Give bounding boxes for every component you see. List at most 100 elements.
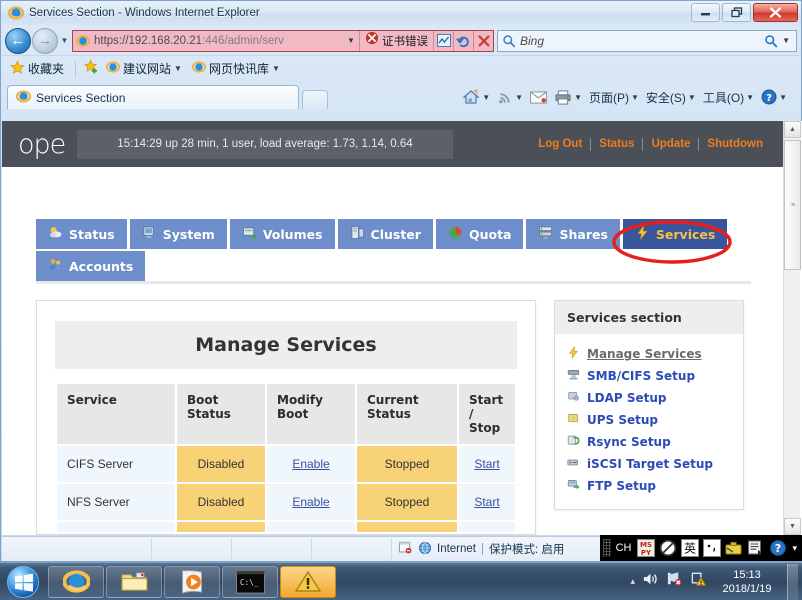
certificate-error-button[interactable]: 证书错误 [359, 30, 433, 51]
nav-tab-quota[interactable]: Quota [435, 219, 524, 249]
nav-tab-volumes[interactable]: Volumes [229, 219, 335, 249]
drag-handle-icon[interactable] [602, 539, 611, 557]
cell-modify-boot [267, 522, 355, 532]
nav-tab-services[interactable]: Services [622, 219, 728, 249]
ime-punctuation-button[interactable] [702, 539, 721, 558]
sidebar-item-ldap-setup[interactable]: LDAP Setup [567, 387, 743, 409]
address-bar[interactable]: https://192.168.20.21:446/admin/serv ▼ 证… [72, 29, 494, 52]
header-link-update[interactable]: Update [643, 138, 698, 150]
start-button[interactable] [0, 564, 46, 600]
taskbar-button-command-prompt[interactable]: C:\_ [222, 565, 278, 598]
nav-tab-status[interactable]: Status [36, 219, 127, 249]
ime-mode-button[interactable]: 英 [680, 539, 699, 558]
show-hidden-icons-button[interactable]: ▴ [630, 576, 635, 587]
compatibility-view-button[interactable] [433, 30, 453, 51]
scroll-thumb[interactable]: ≡ [784, 140, 801, 270]
ime-more-icon[interactable]: ▾ [790, 543, 799, 554]
favorites-item-suggested-sites[interactable]: 建议网站 ▼ [103, 59, 185, 78]
lightning-icon [567, 345, 580, 362]
sidebar-item-label: iSCSI Target Setup [587, 457, 714, 471]
stop-button[interactable] [473, 30, 493, 51]
favorites-item-label: 网页快讯库 [208, 62, 269, 76]
internet-explorer-icon [7, 5, 25, 21]
sidebar-item-rsync-setup[interactable]: Rsync Setup [567, 431, 743, 453]
services-section-panel: Services section Manage Services SMB/CIF… [554, 300, 744, 510]
address-dropdown-icon[interactable]: ▼ [343, 36, 359, 45]
enable-boot-link[interactable]: Enable [292, 457, 329, 471]
network-error-icon[interactable] [666, 571, 683, 592]
search-go-icon[interactable] [760, 34, 782, 48]
ime-disabled-icon[interactable] [658, 539, 677, 558]
nav-tab-cluster[interactable]: Cluster [337, 219, 433, 249]
search-box[interactable]: Bing ▼ [497, 29, 797, 52]
search-dropdown-icon[interactable]: ▼ [782, 36, 796, 45]
close-button[interactable] [753, 3, 798, 22]
ime-engine-icon[interactable]: MS PY [636, 539, 655, 558]
forward-button[interactable]: → [32, 27, 58, 54]
ime-language-bar[interactable]: CH MS PY 英 ? ▾ [599, 535, 802, 561]
feeds-button[interactable]: ▼ [495, 90, 525, 105]
chevron-down-icon: ▼ [271, 64, 280, 73]
header-link-shutdown[interactable]: Shutdown [699, 138, 771, 150]
taskbar-clock[interactable]: 15:13 2018/1/19 [714, 568, 780, 596]
add-to-favorites-icon[interactable] [84, 58, 99, 79]
window-title: Services Section - Windows Internet Expl… [29, 7, 260, 19]
restore-button[interactable] [722, 3, 751, 22]
cell-modify-boot: Enable [267, 484, 355, 520]
start-service-link[interactable]: Start [474, 457, 499, 471]
taskbar-button-windows-explorer[interactable] [106, 565, 162, 598]
nav-tab-accounts[interactable]: Accounts [36, 251, 146, 281]
sidebar-item-ups-setup[interactable]: UPS Setup [567, 409, 743, 431]
taskbar-button-media-player[interactable] [164, 565, 220, 598]
home-button[interactable]: ▼ [460, 89, 492, 105]
new-tab-button[interactable] [302, 90, 328, 109]
volume-icon[interactable] [642, 571, 659, 592]
navigation-bar: ← → ▼ https://192.168.20.21:446/admin/se… [1, 25, 801, 55]
sidebar-item-label: FTP Setup [587, 479, 657, 493]
help-button[interactable]: ? ▼ [759, 89, 789, 105]
svg-text:MS: MS [640, 541, 652, 549]
ime-language-code[interactable]: CH [614, 542, 634, 554]
read-mail-button[interactable] [528, 90, 549, 104]
start-service-link[interactable]: Start [474, 495, 499, 509]
header-link-log-out[interactable]: Log Out [530, 138, 590, 150]
back-button[interactable]: ← [5, 27, 31, 54]
browser-tab-services-section[interactable]: Services Section [7, 85, 299, 109]
ime-help-icon[interactable]: ? [768, 539, 787, 558]
refresh-button[interactable] [453, 30, 473, 51]
minimize-button[interactable] [691, 3, 720, 22]
ime-toolbox-icon[interactable] [724, 539, 743, 558]
sidebar-item-iscsi-target-setup[interactable]: iSCSI Target Setup [567, 453, 743, 475]
command-page-label: 页面(P) [588, 90, 629, 105]
column-header-boot-status: Boot Status [177, 384, 265, 444]
security-zone-status[interactable]: Internet | 保护模式: 启用 [392, 541, 570, 558]
scroll-up-button[interactable]: ▲ [784, 121, 801, 138]
page-vertical-scrollbar[interactable]: ▲ ≡ ▼ [783, 121, 801, 535]
ime-softkeyboard-icon[interactable] [746, 539, 765, 558]
command-page-menu[interactable]: 页面(P) ▼ [587, 89, 641, 106]
manage-services-panel: Manage Services Service Boot Status Modi… [36, 300, 536, 535]
favorites-item-web-slice-gallery[interactable]: 网页快讯库 ▼ [189, 59, 283, 78]
forward-arrow-icon: → [37, 31, 53, 49]
command-tools-menu[interactable]: 工具(O) ▼ [701, 89, 756, 106]
show-desktop-button[interactable] [787, 563, 798, 600]
scroll-down-button[interactable]: ▼ [784, 518, 801, 535]
nav-tab-system[interactable]: System [129, 219, 227, 249]
header-link-status[interactable]: Status [591, 138, 642, 150]
favorites-center-button[interactable]: 收藏夹 [7, 59, 67, 79]
sidebar-item-smb-cifs-setup[interactable]: SMB/CIFS Setup [567, 365, 743, 387]
print-button[interactable]: ▼ [552, 89, 584, 105]
command-safety-menu[interactable]: 安全(S) ▼ [644, 89, 698, 106]
web-page: ope 15:14:29 up 28 min, 1 user, load ave… [2, 121, 785, 535]
taskbar-button-internet-explorer[interactable] [48, 565, 104, 598]
enable-boot-link[interactable]: Enable [292, 495, 329, 509]
cell-current-status: Stopped [357, 446, 457, 482]
nav-tab-label: Volumes [262, 226, 323, 242]
taskbar-button-warning-app[interactable] [280, 565, 336, 598]
action-center-warning-icon[interactable] [690, 571, 707, 592]
sidebar-item-ftp-setup[interactable]: FTP Setup [567, 475, 743, 497]
sidebar-item-manage-services[interactable]: Manage Services [567, 343, 743, 365]
recent-pages-button[interactable]: ▼ [58, 28, 71, 54]
nav-tab-shares[interactable]: Shares [526, 219, 620, 249]
chevron-down-icon: ▼ [779, 92, 787, 102]
